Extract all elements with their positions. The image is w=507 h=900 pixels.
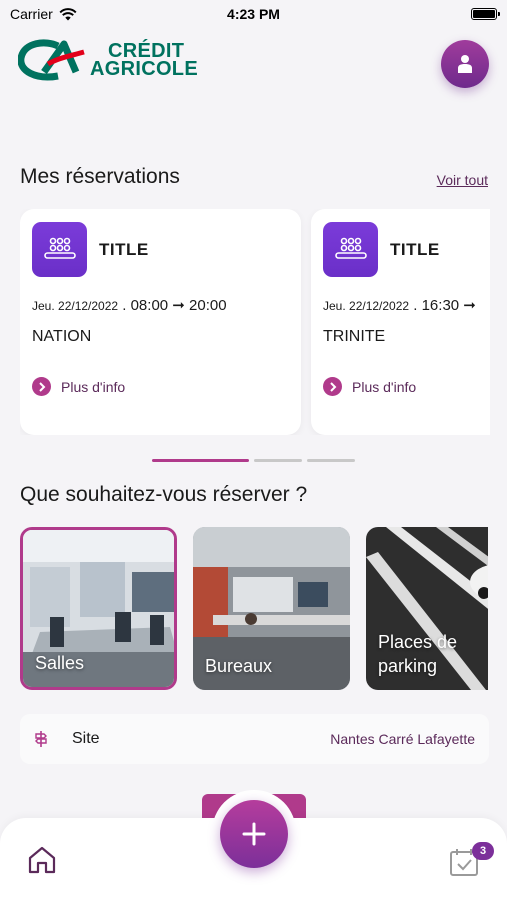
- carrier-label: Carrier: [10, 6, 53, 22]
- logo-line2: AGRICOLE: [90, 58, 198, 80]
- site-label: Site: [72, 730, 100, 747]
- card-time: 08:00 ➞ 20:00: [130, 297, 227, 314]
- card-site: NATION: [32, 328, 92, 345]
- chevron-right-icon: [323, 377, 342, 396]
- card-title: TITLE: [390, 240, 440, 259]
- category-carousel[interactable]: Salles Bureaux Places de parking: [20, 527, 488, 691]
- card-separator: .: [122, 297, 127, 314]
- credit-agricole-logo: CRÉDIT AGRICOLE: [18, 38, 198, 82]
- status-bar: Carrier 4:23 PM: [0, 0, 507, 28]
- more-info-link[interactable]: Plus d'info: [323, 377, 416, 396]
- meeting-room-icon: [32, 222, 87, 277]
- card-day: Jeu. 22/12/2022: [32, 299, 119, 313]
- more-info-label: Plus d'info: [61, 378, 126, 395]
- see-all-link[interactable]: Voir tout: [437, 172, 488, 188]
- card-time: 16:30 ➞: [421, 297, 476, 314]
- card-title: TITLE: [99, 240, 149, 259]
- chevron-right-icon: [32, 377, 51, 396]
- reservation-card[interactable]: TITLE Jeu. 22/12/2022 . 16:30 ➞ TRINITE …: [311, 209, 490, 435]
- wifi-icon: [59, 7, 77, 20]
- home-icon: [28, 846, 56, 874]
- category-offices[interactable]: Bureaux: [193, 527, 350, 690]
- status-left: Carrier: [10, 6, 77, 22]
- battery-icon: [471, 8, 500, 20]
- category-rooms[interactable]: Salles: [20, 527, 177, 690]
- category-label: Salles: [35, 653, 85, 673]
- card-separator: .: [413, 297, 418, 314]
- more-info-label: Plus d'info: [352, 378, 417, 395]
- card-date: Jeu. 22/12/2022 . 16:30 ➞: [323, 296, 476, 314]
- header: CRÉDIT AGRICOLE: [18, 36, 489, 92]
- card-site: TRINITE: [323, 328, 386, 345]
- add-reservation-button[interactable]: [220, 800, 288, 868]
- tab-home[interactable]: [26, 844, 58, 876]
- category-parking[interactable]: Places de parking: [366, 527, 488, 690]
- reservations-title: Mes réservations: [20, 165, 180, 188]
- category-label: Places de parking: [378, 632, 458, 676]
- card-date: Jeu. 22/12/2022 . 08:00 ➞ 20:00: [32, 296, 227, 314]
- book-title: Que souhaitez-vous réserver ?: [20, 483, 308, 506]
- logo-text: CRÉDIT AGRICOLE: [90, 41, 198, 80]
- meeting-room-icon: [323, 222, 378, 277]
- reservations-carousel[interactable]: TITLE Jeu. 22/12/2022 . 08:00 ➞ 20:00 NA…: [20, 209, 490, 435]
- user-icon: [458, 55, 472, 73]
- card-day: Jeu. 22/12/2022: [323, 299, 410, 313]
- signpost-icon: [35, 731, 47, 747]
- profile-button[interactable]: [441, 40, 489, 88]
- pager-dot-active[interactable]: [152, 459, 249, 462]
- plus-icon: [242, 822, 266, 846]
- pager-dot[interactable]: [254, 459, 302, 462]
- tab-reservations[interactable]: 3: [448, 842, 494, 880]
- site-selector[interactable]: Site Nantes Carré Lafayette: [20, 714, 489, 764]
- logo-mark-icon: [18, 39, 85, 81]
- site-value: Nantes Carré Lafayette: [330, 731, 475, 747]
- notification-badge: 3: [472, 842, 494, 860]
- carousel-pager: [152, 459, 355, 462]
- category-label: Bureaux: [205, 656, 273, 676]
- more-info-link[interactable]: Plus d'info: [32, 377, 125, 396]
- reservation-card[interactable]: TITLE Jeu. 22/12/2022 . 08:00 ➞ 20:00 NA…: [20, 209, 301, 435]
- pager-dot[interactable]: [307, 459, 355, 462]
